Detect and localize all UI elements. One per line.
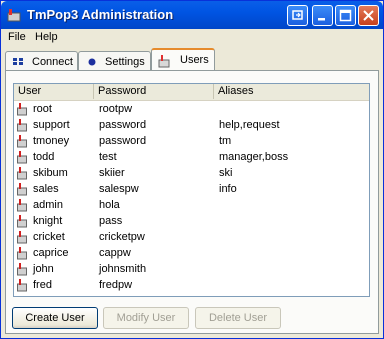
table-row[interactable]: admin hola [14, 197, 369, 213]
cell-password: password [99, 119, 147, 131]
cell-user: todd [33, 151, 55, 163]
minimize-icon [318, 18, 325, 21]
users-list[interactable]: User Password Aliases root rootpw support p… [13, 83, 370, 297]
cell-user: root [33, 103, 52, 115]
menu-file[interactable]: File [8, 31, 26, 43]
tab-connect[interactable]: Connect [5, 51, 78, 71]
table-row[interactable]: knight pass [14, 213, 369, 229]
tab-connect-label: Connect [32, 56, 73, 68]
cell-user: cricket [33, 231, 65, 243]
cell-password: pass [99, 215, 123, 227]
cell-user: caprice [33, 247, 69, 259]
cell-aliases: info [219, 183, 237, 195]
user-icon [17, 151, 27, 164]
user-icon [17, 215, 27, 228]
window-swap-icon [292, 10, 303, 20]
title-bar[interactable]: TmPop3 Administration [1, 1, 383, 29]
table-row[interactable]: skibum skiier ski [14, 165, 369, 181]
user-icon [17, 119, 27, 132]
menu-help[interactable]: Help [35, 31, 58, 43]
table-row[interactable]: john johnsmith [14, 261, 369, 277]
cell-aliases: tm [219, 135, 232, 147]
cell-password: cappw [99, 247, 131, 259]
user-icon [17, 135, 27, 148]
tab-settings-label: Settings [105, 56, 145, 68]
cell-user: fred [33, 279, 52, 291]
menu-bar: File Help [1, 29, 383, 47]
column-header-aliases[interactable]: Aliases [214, 84, 369, 99]
cell-user: john [33, 263, 54, 275]
cell-aliases: help,request [219, 119, 280, 131]
cell-password: test [99, 151, 117, 163]
user-icon [17, 231, 27, 244]
cell-password: salespw [99, 183, 139, 195]
cell-user: support [33, 119, 70, 131]
user-icon [17, 183, 27, 196]
cell-password: password [99, 135, 147, 147]
table-row[interactable]: todd test manager,boss [14, 149, 369, 165]
cell-password: rootpw [99, 103, 133, 115]
table-row[interactable]: sales salespw info [14, 181, 369, 197]
app-icon [7, 9, 21, 22]
minimize-button[interactable] [312, 5, 333, 26]
tab-users[interactable]: Users [151, 48, 215, 71]
user-icon [17, 199, 27, 212]
create-user-button[interactable]: Create User [12, 307, 98, 329]
table-row[interactable]: root rootpw [14, 101, 369, 117]
close-button[interactable] [358, 5, 379, 26]
table-row[interactable]: support password help,request [14, 117, 369, 133]
tab-users-label: Users [180, 54, 209, 66]
dot-icon [88, 58, 96, 66]
table-row[interactable]: cricket cricketpw [14, 229, 369, 245]
restore-special-button[interactable] [287, 5, 308, 26]
user-icon [17, 263, 27, 276]
cell-password: hola [99, 199, 120, 211]
maximize-button[interactable] [335, 5, 356, 26]
cell-user: knight [33, 215, 63, 227]
cell-password: johnsmith [99, 263, 147, 275]
column-header-password[interactable]: Password [94, 84, 214, 99]
delete-user-button[interactable]: Delete User [195, 307, 281, 329]
cell-password: cricketpw [99, 231, 145, 243]
close-icon [363, 10, 374, 21]
cell-user: sales [33, 183, 59, 195]
cell-password: fredpw [99, 279, 133, 291]
column-header-user[interactable]: User [14, 84, 94, 99]
window-title: TmPop3 Administration [27, 7, 174, 22]
cell-password: skiier [99, 167, 125, 179]
list-header: User Password Aliases [14, 84, 369, 101]
cell-aliases: ski [219, 167, 233, 179]
cell-aliases: manager,boss [219, 151, 289, 163]
user-icon [17, 103, 27, 116]
maximize-icon [339, 9, 352, 22]
table-row[interactable]: tmoney password tm [14, 133, 369, 149]
table-row[interactable]: caprice cappw [14, 245, 369, 261]
user-icon [158, 55, 170, 68]
cell-user: tmoney [33, 135, 70, 147]
modify-user-button[interactable]: Modify User [103, 307, 189, 329]
table-row[interactable]: fred fredpw [14, 277, 369, 293]
tab-settings[interactable]: Settings [78, 51, 151, 71]
user-icon [17, 167, 27, 180]
cell-user: skibum [33, 167, 68, 179]
cell-user: admin [33, 199, 63, 211]
user-icon [17, 247, 27, 260]
app-window: TmPop3 Administration File Help Connect [0, 0, 384, 339]
network-icon [13, 58, 23, 65]
user-icon [17, 279, 27, 292]
